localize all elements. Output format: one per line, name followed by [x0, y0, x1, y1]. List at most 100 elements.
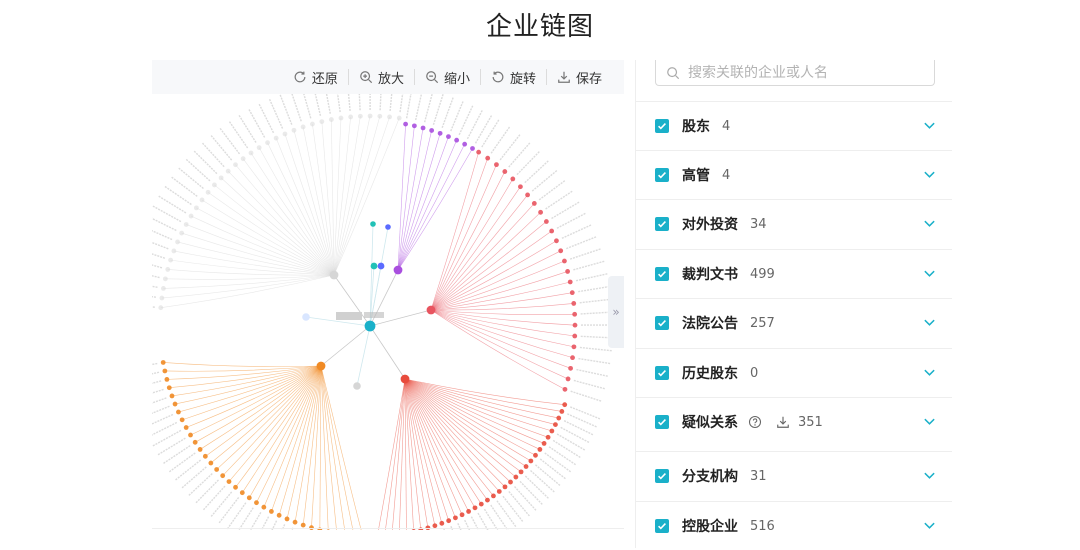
- chevron-down-icon[interactable]: [923, 366, 936, 379]
- rotate-button[interactable]: 旋转: [481, 68, 546, 87]
- graph-leaf-node: [562, 259, 567, 264]
- filter-checkbox[interactable]: [655, 119, 669, 133]
- filter-checkbox[interactable]: [655, 366, 669, 380]
- filter-row-investment[interactable]: 对外投资34: [636, 199, 952, 248]
- graph-leaf-node: [553, 422, 558, 427]
- graph-leaf-node: [544, 219, 549, 224]
- graph-leaf-node: [446, 518, 451, 523]
- zoom-out-icon: [425, 70, 439, 84]
- graph-leaf-node: [524, 464, 529, 469]
- collapse-panel-handle[interactable]: »: [608, 276, 624, 348]
- restore-button[interactable]: 还原: [283, 68, 348, 87]
- graph-edge: [235, 165, 334, 275]
- graph-leaf-node: [176, 410, 181, 415]
- graph-leaf-node: [421, 126, 426, 131]
- restore-icon: [293, 70, 307, 84]
- filter-row-shareholder[interactable]: 股东4: [636, 101, 952, 150]
- rotate-icon: [491, 70, 505, 84]
- filter-checkbox[interactable]: [655, 519, 669, 533]
- rotate-label: 旋转: [510, 68, 536, 87]
- graph-leaf-node: [453, 515, 458, 520]
- filter-row-branch[interactable]: 分支机构31: [636, 451, 952, 500]
- graph-leaf-node: [310, 122, 315, 127]
- graph-node-label-placeholder: [531, 471, 555, 492]
- graph-leaf-node: [542, 441, 547, 446]
- graph-edge: [431, 271, 568, 310]
- check-icon: [657, 219, 667, 229]
- graph-leaf-node: [189, 214, 194, 219]
- filter-row-history-shareholder[interactable]: 历史股东0: [636, 348, 952, 397]
- chevron-down-icon[interactable]: [923, 316, 936, 329]
- graph-node-label-placeholder: [152, 227, 172, 240]
- chevron-down-icon[interactable]: [923, 168, 936, 181]
- chevron-down-icon[interactable]: [923, 469, 936, 482]
- graph-node-label-placeholder: [574, 380, 605, 388]
- chevron-down-icon[interactable]: [923, 119, 936, 132]
- graph-edge: [303, 366, 321, 525]
- graph-leaf-node: [274, 136, 279, 141]
- filter-checkbox[interactable]: [655, 168, 669, 182]
- graph-node-label-placeholder: [459, 106, 473, 135]
- search-input[interactable]: [686, 64, 930, 82]
- filter-panel: 股东4高管4对外投资34裁判文书499法院公告257历史股东0疑似关系351 分支…: [636, 60, 952, 548]
- filter-checkbox[interactable]: [655, 217, 669, 231]
- graph-edge: [243, 159, 334, 275]
- graph-node-label-placeholder: [535, 465, 560, 486]
- graph-edge: [431, 310, 571, 368]
- chevron-down-icon[interactable]: [923, 519, 936, 532]
- graph-node-label-placeholder: [152, 304, 155, 307]
- filter-count: 34: [750, 217, 767, 232]
- chevron-down-icon[interactable]: [923, 415, 936, 428]
- graph-node-label-placeholder: [571, 391, 601, 401]
- filter-checkbox[interactable]: [655, 469, 669, 483]
- graph-node-label-placeholder: [152, 237, 168, 248]
- graph-node-label-placeholder: [336, 94, 340, 112]
- filter-row-court-notice[interactable]: 法院公告257: [636, 298, 952, 347]
- check-icon: [657, 471, 667, 481]
- question-circle-icon[interactable]: [748, 415, 762, 429]
- graph-node-label-placeholder: [347, 94, 350, 111]
- graph-leaf-node: [476, 150, 481, 155]
- search-box[interactable]: [655, 60, 935, 86]
- graph-node-label-placeholder: [567, 414, 596, 427]
- graph-node-label-placeholder: [291, 94, 301, 121]
- filter-checkbox[interactable]: [655, 316, 669, 330]
- graph-node-label-placeholder: [270, 99, 283, 128]
- filter-row-suspected-relation[interactable]: 疑似关系351: [636, 397, 952, 446]
- chevron-down-icon[interactable]: [923, 217, 936, 230]
- save-button[interactable]: 保存: [547, 68, 612, 87]
- graph-leaf-node: [397, 116, 402, 121]
- save-label: 保存: [576, 68, 602, 87]
- graph-node-label-placeholder: [552, 202, 580, 218]
- graph-leaf-node: [485, 498, 490, 503]
- chevron-down-icon[interactable]: [923, 267, 936, 280]
- check-icon: [657, 269, 667, 279]
- filter-row-executive[interactable]: 高管4: [636, 150, 952, 199]
- graph-edge: [398, 140, 457, 270]
- download-icon[interactable]: [776, 415, 790, 429]
- graph-node-label-placeholder: [152, 259, 162, 268]
- graph-leaf-node: [247, 495, 252, 500]
- filter-row-judgment[interactable]: 裁判文书499: [636, 249, 952, 298]
- graph-edge: [431, 310, 575, 325]
- relationship-graph[interactable]: [152, 94, 624, 530]
- zoom-out-button[interactable]: 缩小: [415, 68, 480, 87]
- zoom-in-button[interactable]: 放大: [349, 68, 414, 87]
- graph-leaf-node: [219, 175, 224, 180]
- graph-leaf-node: [339, 116, 344, 121]
- graph-node: [378, 263, 385, 270]
- graph-leaf-node: [412, 123, 417, 128]
- graph-node-label-placeholder: [517, 152, 539, 175]
- filter-row-holding[interactable]: 控股企业516: [636, 501, 952, 550]
- filter-checkbox[interactable]: [655, 267, 669, 281]
- graph-leaf-node: [438, 131, 443, 136]
- graph-hub-node: [401, 375, 410, 384]
- filter-label: 控股企业: [682, 516, 738, 536]
- graph-leaf-node: [198, 447, 203, 452]
- graph-leaf-node: [377, 114, 382, 119]
- graph-edge: [195, 366, 321, 442]
- filter-checkbox[interactable]: [655, 415, 669, 429]
- graph-edge: [211, 366, 321, 463]
- check-icon: [657, 368, 667, 378]
- graph-leaf-node: [292, 128, 297, 133]
